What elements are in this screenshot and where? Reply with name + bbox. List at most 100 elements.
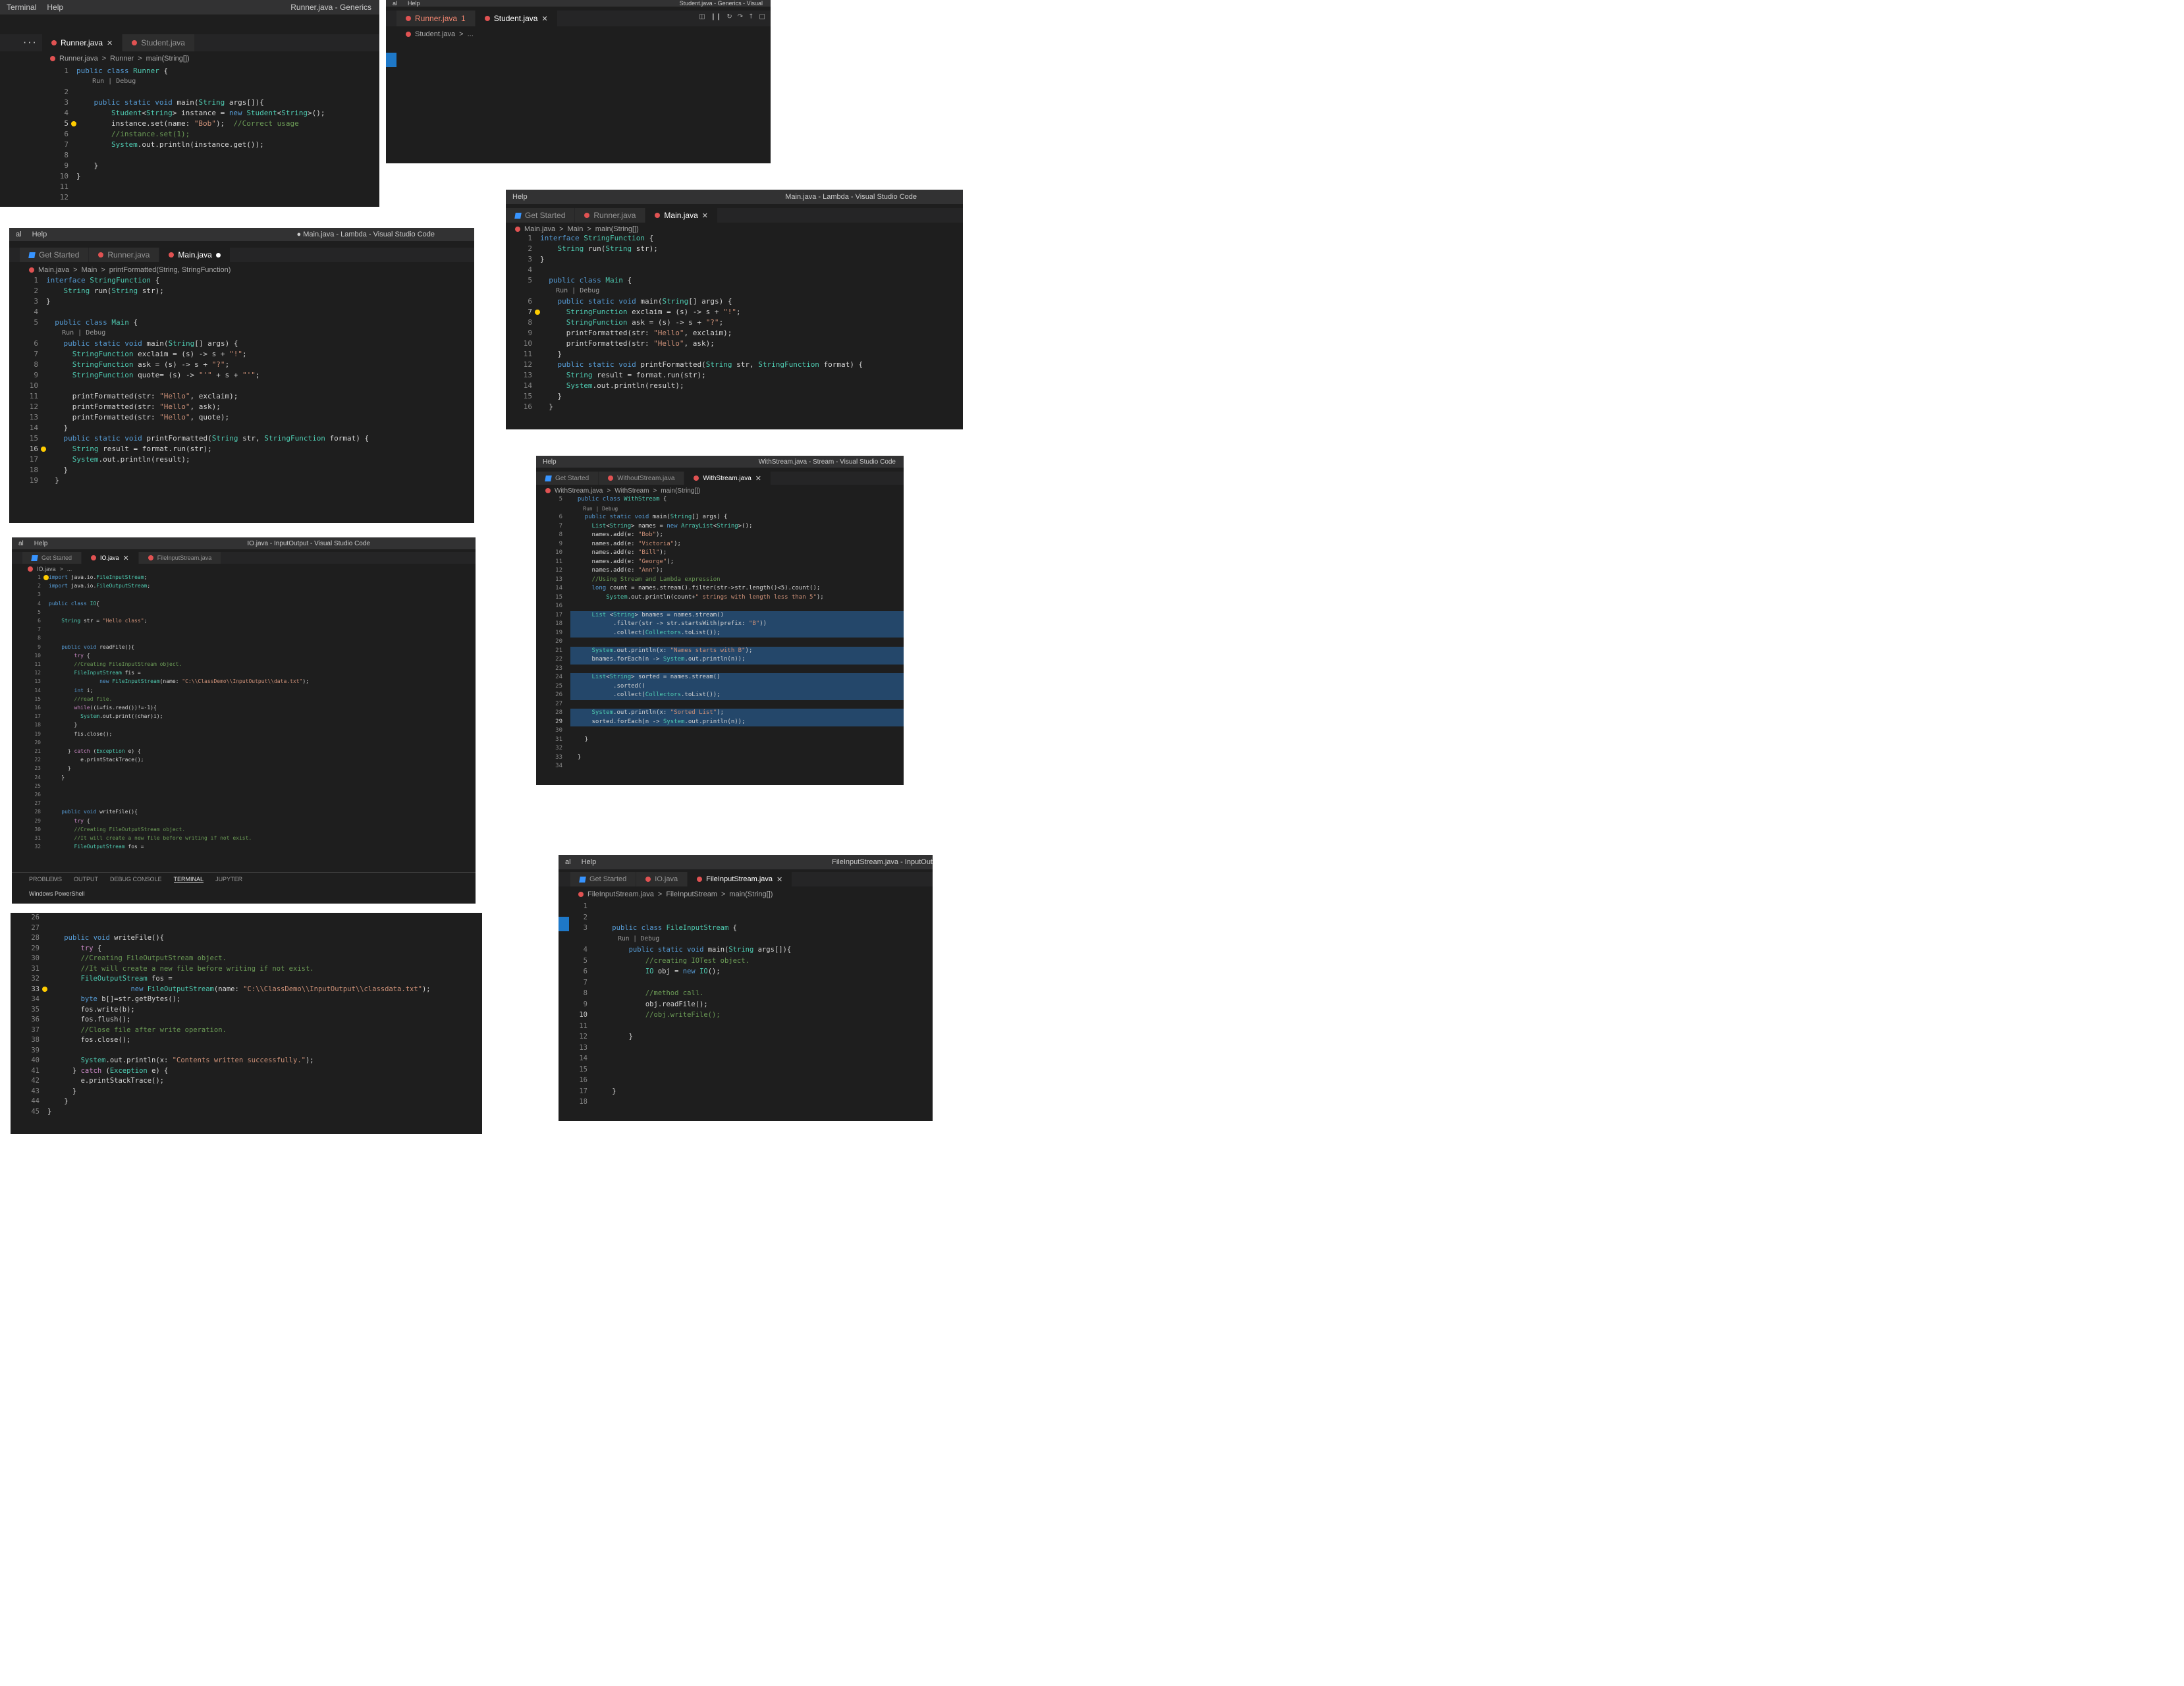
codelens-run-debug[interactable]: Run | Debug [595, 934, 933, 945]
tab-fileinputstream-java[interactable]: FileInputStream.java [138, 552, 222, 564]
code-line[interactable]: 6 IO obj = new IO(); [559, 966, 933, 977]
code-line[interactable]: 7 System.out.println(instance.get()); [40, 140, 379, 150]
tab-withoutstream-java[interactable]: WithoutStream.java [599, 472, 685, 485]
code-line[interactable]: 12 [40, 192, 379, 203]
close-icon[interactable]: ✕ [123, 554, 129, 562]
codelens-run-debug[interactable]: Run | Debug [540, 286, 963, 296]
menu-item-terminal[interactable]: al [565, 858, 571, 866]
code-line[interactable]: 23 } [12, 764, 476, 773]
code-line[interactable]: 32 FileOutputStream fos = [12, 842, 476, 851]
code-line[interactable]: 3 [12, 590, 476, 599]
code-line[interactable]: 4 [506, 265, 963, 275]
code-line[interactable]: Run | Debug [536, 504, 904, 514]
code-line[interactable]: 6 public static void main(String[] args)… [506, 296, 963, 307]
code-line[interactable]: 26 .collect(Collectors.toList()); [536, 691, 904, 700]
code-line[interactable]: 30 //Creating FileOutputStream object. [11, 954, 482, 964]
menu-item-terminal[interactable]: al [393, 0, 397, 7]
code-line[interactable]: 8 StringFunction ask = (s) -> s + "?"; [9, 360, 474, 370]
code-line[interactable]: 7 StringFunction exclaim = (s) -> s + "!… [506, 307, 963, 317]
breadcrumb-item[interactable]: Main.java [38, 266, 69, 274]
breadcrumb-item[interactable]: Student.java [415, 30, 455, 38]
code-line[interactable]: 12 public static void printFormatted(Str… [506, 360, 963, 370]
code-line[interactable]: 42 e.printStackTrace(); [11, 1076, 482, 1087]
code-line[interactable]: 32 [536, 744, 904, 753]
code-line[interactable]: 20 [536, 638, 904, 647]
tab-get-started[interactable]: Get Started [536, 472, 599, 485]
code-line[interactable]: 4 Student<String> instance = new Student… [40, 108, 379, 119]
menu-item-terminal[interactable]: al [16, 231, 22, 238]
menu-item-help[interactable]: Help [34, 540, 48, 547]
code-line[interactable]: 18 } [12, 721, 476, 729]
code-line[interactable]: 5 [12, 608, 476, 616]
code-line[interactable]: 7 StringFunction exclaim = (s) -> s + "!… [9, 349, 474, 360]
code-line[interactable]: 21 } catch (Exception e) { [12, 747, 476, 755]
codelens-run-debug[interactable]: Run | Debug [76, 76, 379, 87]
code-line[interactable]: 6 String str = "Hello class"; [12, 616, 476, 625]
code-line[interactable]: 12 } [559, 1031, 933, 1043]
code-line[interactable]: 30 //Creating FileOutputStream object. [12, 825, 476, 834]
code-line[interactable]: 1public class Student<T> { [768, 40, 771, 50]
code-line[interactable]: 10 //obj.writeFile(); [559, 1010, 933, 1021]
code-line[interactable]: 11 printFormatted(str: "Hello", exclaim)… [9, 391, 474, 402]
code-line[interactable]: 17 } [559, 1086, 933, 1097]
code-line[interactable]: 7 [12, 625, 476, 634]
split-editor-icon[interactable]: ◫ [699, 13, 705, 20]
code-area[interactable]: 123 public class FileInputStream { Run |… [559, 901, 933, 1121]
code-line[interactable]: 12 names.add(e: "Ann"); [536, 566, 904, 576]
code-line[interactable]: 28 System.out.println(x: "Sorted List"); [536, 709, 904, 718]
code-line[interactable]: 5 public class Main { [9, 317, 474, 328]
code-line[interactable]: 5 //creating IOTest object. [559, 956, 933, 967]
lightbulb-icon[interactable] [41, 447, 46, 452]
code-line[interactable]: 8 [40, 150, 379, 161]
code-line[interactable]: 38 fos.close(); [11, 1035, 482, 1046]
tab-runner-java[interactable]: Runner.java [575, 208, 646, 223]
code-line[interactable]: 8} [768, 113, 771, 124]
breadcrumb-item[interactable]: Runner [110, 55, 134, 63]
code-line[interactable]: 9 obj.readFile(); [559, 999, 933, 1010]
breadcrumb-item[interactable]: Main [82, 266, 97, 274]
code-line[interactable]: 30 [536, 726, 904, 736]
panel-tab-problems[interactable]: PROBLEMS [29, 876, 62, 883]
code-line[interactable]: 18 [559, 1097, 933, 1108]
code-line[interactable]: 28 public void writeFile(){ [11, 933, 482, 944]
code-line[interactable]: 1 public class Runner { [40, 66, 379, 76]
code-line[interactable]: 17 System.out.println(result); [9, 454, 474, 465]
code-line[interactable]: 2 //T stands for "Type" [768, 50, 771, 61]
code-line[interactable]: 13 new FileInputStream(name: "C:\\ClassD… [12, 677, 476, 686]
code-line[interactable]: 16 String result = format.run(str); [9, 444, 474, 454]
code-line[interactable]: 15 } [506, 391, 963, 402]
code-line[interactable]: 15 public static void printFormatted(Str… [9, 433, 474, 444]
code-line[interactable]: 23 [536, 665, 904, 674]
breadcrumb-item[interactable]: WithStream.java [555, 487, 603, 495]
codelens-run-debug[interactable]: Run | Debug [46, 328, 474, 339]
panel-tab-terminal[interactable]: TERMINAL [173, 876, 204, 883]
code-line[interactable]: 14 System.out.println(result); [506, 381, 963, 391]
lightbulb-icon[interactable] [42, 987, 47, 993]
code-area[interactable]: 1 interface StringFunction {2 String run(… [506, 233, 963, 429]
code-line[interactable]: 13 printFormatted(str: "Hello", quote); [9, 412, 474, 423]
step-out-icon[interactable]: ↑ [748, 13, 753, 20]
restart-icon[interactable]: ↻ [726, 13, 732, 20]
tab-runner-java[interactable]: Runner.java 1 [396, 11, 476, 26]
code-line[interactable]: 5 public class Main { [506, 275, 963, 286]
code-line[interactable]: 34 byte b[]=str.getBytes(); [11, 994, 482, 1005]
unsaved-dot-icon[interactable] [215, 252, 221, 258]
code-line[interactable]: 5 public void set(T name) { this.name = … [768, 82, 771, 92]
code-line[interactable]: 8 names.add(e: "Bob"); [536, 531, 904, 540]
code-area[interactable]: 1 interface StringFunction {2 String run(… [9, 275, 474, 523]
menu-item-help[interactable]: Help [47, 3, 63, 12]
tab-get-started[interactable]: Get Started [20, 248, 90, 262]
code-line[interactable]: 9 names.add(e: "Victoria"); [536, 540, 904, 549]
menu-item-help[interactable]: Help [582, 858, 597, 866]
code-line[interactable]: 31 //It will create a new file before wr… [11, 964, 482, 975]
code-line[interactable]: 31 } [536, 736, 904, 745]
breadcrumb-item[interactable]: IO.java [37, 566, 56, 572]
close-icon[interactable]: ✕ [755, 474, 761, 483]
tab-withstream-java[interactable]: WithStream.java ✕ [684, 472, 771, 485]
code-line[interactable]: 36 fos.flush(); [11, 1015, 482, 1025]
code-line[interactable]: 19 .collect(Collectors.toList()); [536, 628, 904, 638]
code-line[interactable]: 4 public static void main(String args[])… [559, 944, 933, 956]
menu-item-help[interactable]: Help [512, 193, 528, 201]
code-line[interactable]: 29 try { [12, 817, 476, 825]
code-line[interactable]: 1 [559, 901, 933, 912]
